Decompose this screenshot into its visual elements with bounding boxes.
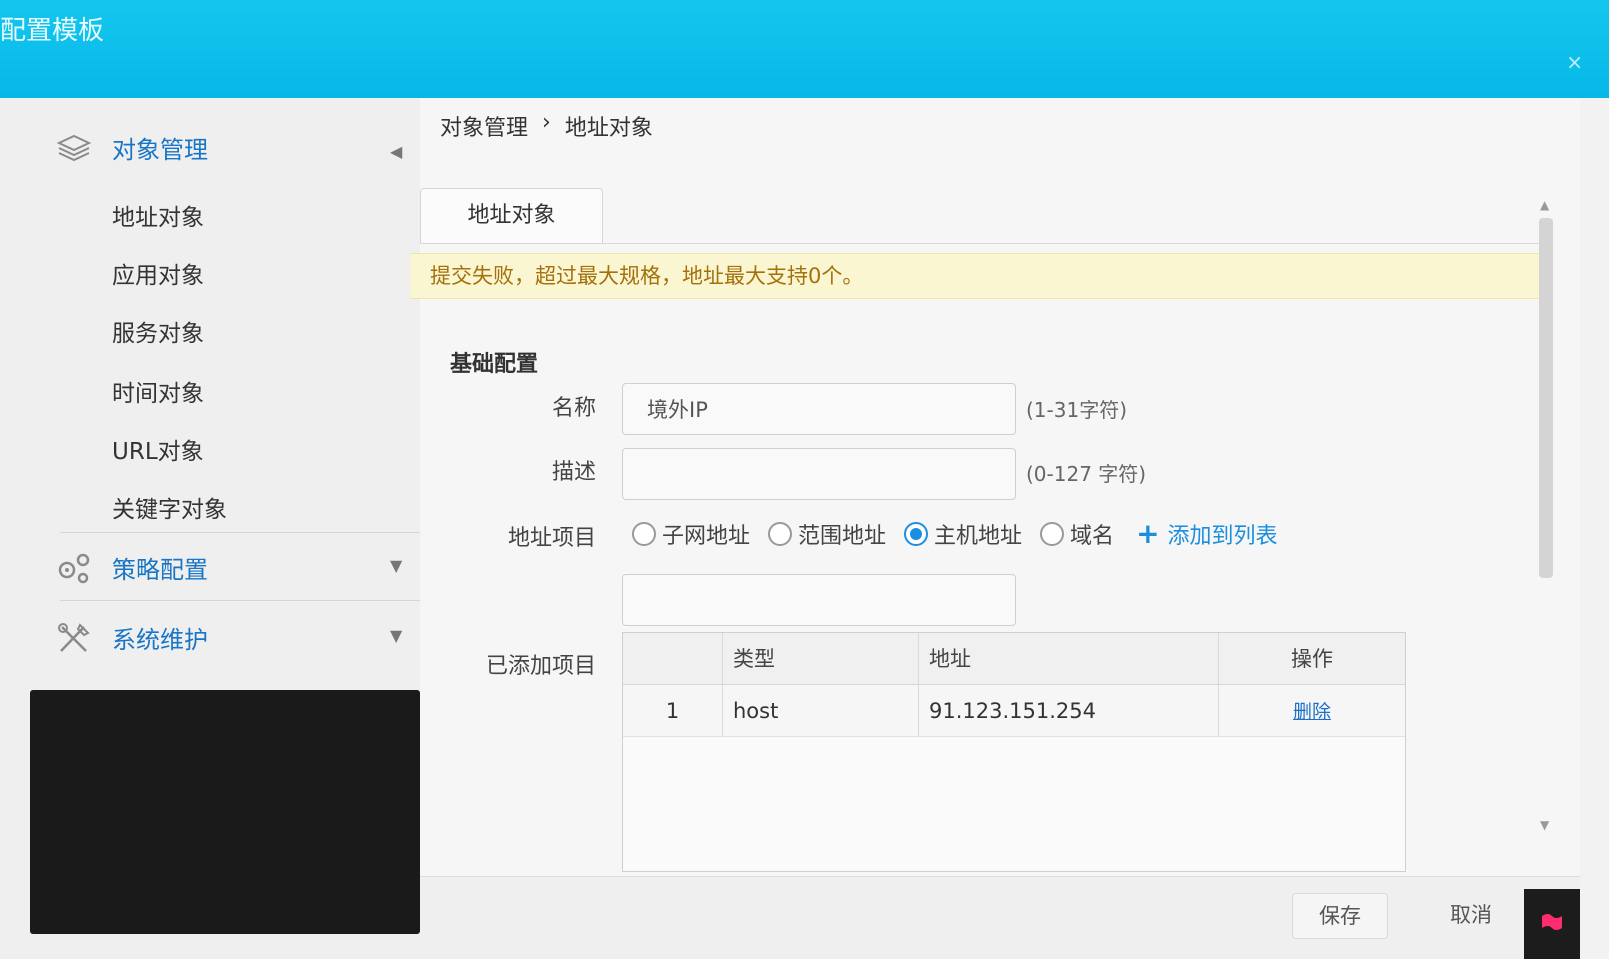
sidebar-group-policy-config[interactable]: 策略配置 (56, 550, 208, 585)
added-items-label: 已添加项目 (485, 654, 596, 679)
chevron-down-icon[interactable]: ▼ (390, 556, 402, 575)
sidebar-group-label: 策略配置 (112, 556, 208, 584)
column-header-index (623, 633, 723, 684)
cancel-button[interactable]: 取消 (1424, 893, 1518, 939)
sidebar-divider (60, 600, 420, 601)
address-type-radio-group: 子网地址 范围地址 主机地址 域名 + 添加到列表 (632, 518, 1278, 550)
scroll-down-icon[interactable]: ▼ (1540, 818, 1549, 832)
name-label: 名称 (551, 396, 596, 421)
breadcrumb-separator: › (542, 110, 551, 135)
radio-range-address[interactable]: 范围地址 (768, 518, 886, 550)
row-action-cell: 删除 (1219, 685, 1405, 736)
sidebar-item-time-object[interactable]: 时间对象 (112, 374, 204, 408)
radio-circle (768, 522, 793, 546)
tab-address-object[interactable]: 地址对象 (420, 188, 603, 244)
sidebar-item-address-object[interactable]: 地址对象 (112, 198, 204, 232)
name-hint: (1-31字符) (1026, 398, 1127, 422)
add-to-list-label: 添加到列表 (1167, 524, 1278, 549)
radio-circle (632, 522, 656, 546)
delete-link[interactable]: 删除 (1293, 701, 1331, 723)
sidebar-item-application-object[interactable]: 应用对象 (112, 256, 204, 290)
row-index: 1 (623, 685, 723, 736)
window-title: 配置模板 (0, 16, 105, 46)
radio-domain-name[interactable]: 域名 (1040, 518, 1114, 550)
tab-divider (420, 243, 1540, 244)
radio-subnet-address[interactable]: 子网地址 (632, 518, 750, 550)
gears-icon (56, 551, 92, 585)
description-hint: (0-127 字符) (1026, 462, 1147, 486)
main-panel: 对象管理 › 地址对象 地址对象 提交失败，超过最大规格，地址最大支持0个。 基… (410, 98, 1580, 959)
section-title: 基础配置 (450, 352, 539, 377)
obscured-region (30, 690, 420, 934)
sidebar-group-system-maintenance[interactable]: 系统维护 (56, 620, 208, 655)
radio-label: 子网地址 (662, 524, 751, 549)
add-to-list-link[interactable]: + 添加到列表 (1136, 518, 1277, 550)
plus-icon: + (1136, 517, 1160, 550)
scrollbar-thumb[interactable] (1539, 218, 1553, 578)
scroll-up-icon[interactable]: ▲ (1540, 198, 1549, 212)
name-input[interactable] (622, 383, 1016, 435)
close-icon[interactable]: × (1566, 50, 1583, 74)
radio-circle (1040, 522, 1065, 546)
error-alert: 提交失败，超过最大规格，地址最大支持0个。 (410, 253, 1540, 299)
title-bar: 配置模板 × (0, 0, 1609, 98)
sidebar-divider (60, 532, 420, 533)
vertical-scrollbar[interactable]: ▲ ▼ (1536, 198, 1556, 838)
layers-icon (56, 133, 92, 163)
sidebar-group-label: 系统维护 (112, 626, 208, 654)
breadcrumb: 对象管理 › 地址对象 (440, 110, 653, 142)
description-input[interactable] (622, 448, 1016, 500)
collapse-left-icon[interactable]: ◀ (390, 142, 402, 161)
row-address: 91.123.151.254 (919, 685, 1219, 736)
sidebar-group-label: 对象管理 (112, 136, 208, 164)
row-type: host (723, 685, 919, 736)
sidebar-item-service-object[interactable]: 服务对象 (112, 314, 204, 348)
table-header: 类型 地址 操作 (623, 633, 1405, 685)
sidebar-item-url-object[interactable]: URL对象 (112, 432, 204, 466)
radio-host-address[interactable]: 主机地址 (904, 518, 1022, 550)
address-item-label: 地址项目 (507, 526, 596, 551)
column-header-address: 地址 (919, 633, 1219, 684)
breadcrumb-parent[interactable]: 对象管理 (440, 110, 528, 142)
radio-label: 主机地址 (934, 524, 1023, 549)
table-row: 1 host 91.123.151.254 删除 (623, 685, 1405, 737)
added-items-table: 类型 地址 操作 1 host 91.123.151.254 删除 (622, 632, 1406, 872)
save-button[interactable]: 保存 (1292, 893, 1388, 939)
radio-circle (904, 522, 929, 546)
address-input[interactable] (622, 574, 1016, 626)
column-header-type: 类型 (723, 633, 919, 684)
sidebar-item-keyword-object[interactable]: 关键字对象 (112, 490, 227, 524)
sidebar-group-object-management[interactable]: 对象管理 (56, 130, 208, 165)
radio-label: 范围地址 (798, 524, 887, 549)
chevron-down-icon[interactable]: ▼ (390, 626, 402, 645)
radio-label: 域名 (1070, 524, 1115, 549)
footer-bar: 保存 取消 (420, 876, 1580, 959)
flag-icon[interactable] (1524, 889, 1580, 959)
tools-icon (56, 621, 92, 655)
sidebar: 对象管理 ◀ 地址对象 应用对象 服务对象 时间对象 URL对象 关键字对象 策… (0, 98, 420, 959)
description-label: 描述 (551, 460, 596, 485)
column-header-action: 操作 (1291, 647, 1333, 671)
breadcrumb-current: 地址对象 (564, 116, 653, 141)
